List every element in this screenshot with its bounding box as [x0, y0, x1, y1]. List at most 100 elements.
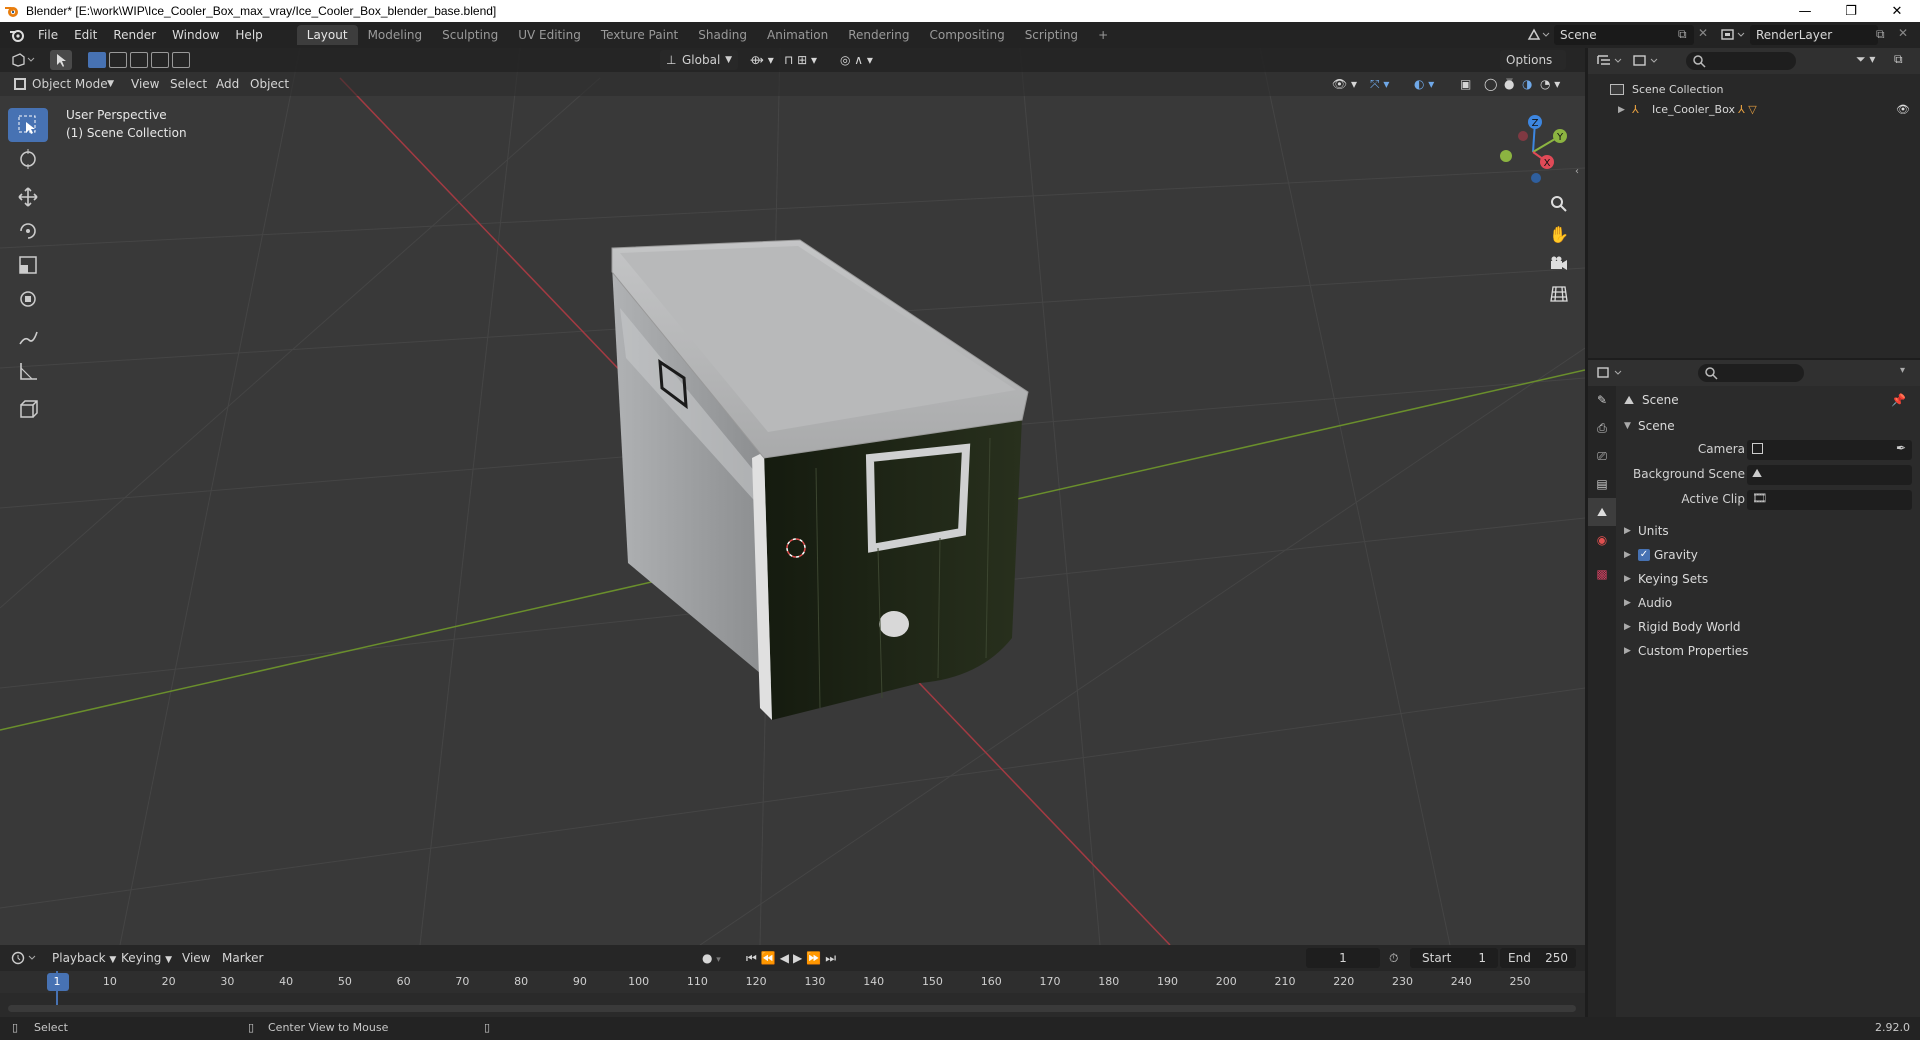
jump-start-icon[interactable]: ⏮	[746, 951, 761, 965]
navigation-gizmo[interactable]: Z Y X	[1490, 110, 1580, 190]
delete-scene-icon[interactable]: ✕	[1698, 26, 1708, 40]
new-collection-icon[interactable]: ⧉	[1894, 52, 1903, 67]
properties-editor-icon[interactable]	[1596, 365, 1624, 381]
tab-uv-editing[interactable]: UV Editing	[508, 25, 591, 45]
camera-field[interactable]: ✒	[1747, 440, 1912, 460]
play-reverse-icon[interactable]: ◀	[780, 951, 793, 965]
outliner-row-ice-cooler-box[interactable]: ▶ ⅄ Ice_Cooler_Box ⅄ ▽ 👁	[1588, 100, 1920, 120]
pin-icon[interactable]: 📌	[1891, 386, 1906, 414]
tab-rendering[interactable]: Rendering	[838, 25, 919, 45]
new-scene-icon[interactable]: ⧉	[1678, 27, 1687, 42]
viewport-menu-select[interactable]: Select	[170, 72, 207, 96]
playback-menu[interactable]: Playback ▼	[52, 945, 116, 973]
tab-texture-paint[interactable]: Texture Paint	[591, 25, 688, 45]
options-dropdown[interactable]: Options ▼	[1500, 50, 1566, 87]
gravity-checkbox[interactable]: ✓	[1638, 549, 1650, 561]
add-workspace-button[interactable]: +	[1088, 25, 1118, 45]
timeline-ruler[interactable]: 1 10 20 30 40 50 60 70 80 90 100 110 120 130 140 150 160…	[0, 971, 1585, 993]
select-tool-mode-button[interactable]	[50, 50, 72, 70]
tab-view-layer[interactable]: ▤	[1588, 470, 1616, 498]
object-mode-dropdown[interactable]: Object Mode ▼	[10, 74, 118, 94]
menu-window[interactable]: Window	[164, 22, 227, 48]
audio-panel-header[interactable]: ▶ Audio	[1618, 591, 1920, 615]
visibility-eye-icon[interactable]: 👁	[1896, 100, 1910, 120]
prev-keyframe-icon[interactable]: ⏪	[761, 951, 780, 965]
menu-edit[interactable]: Edit	[66, 22, 105, 48]
scene-panel-header[interactable]: ▼ Scene	[1618, 414, 1920, 438]
cursor-tool[interactable]	[8, 142, 48, 176]
sidebar-toggle-icon[interactable]: ‹	[1575, 166, 1579, 177]
tab-shading[interactable]: Shading	[688, 25, 757, 45]
restore-button[interactable]: ❐	[1828, 0, 1874, 22]
outliner-row-scene-collection[interactable]: Scene Collection	[1588, 80, 1920, 100]
keying-sets-panel-header[interactable]: ▶ Keying Sets	[1618, 567, 1920, 591]
close-button[interactable]: ✕	[1874, 0, 1920, 22]
visibility-icon[interactable]: 👁 ▾	[1332, 72, 1357, 96]
minimize-button[interactable]: —	[1782, 0, 1828, 22]
play-icon[interactable]: ▶	[793, 951, 806, 965]
editor-type-icon[interactable]	[10, 52, 36, 68]
current-frame-field[interactable]: 1	[1306, 948, 1380, 968]
camera-view-button[interactable]	[1545, 250, 1573, 278]
marker-menu[interactable]: Marker	[222, 945, 263, 971]
zoom-view-button[interactable]	[1545, 190, 1573, 218]
end-frame-field[interactable]: End 250	[1500, 948, 1576, 968]
tab-render[interactable]: ⎙	[1588, 414, 1616, 442]
shading-wireframe-icon[interactable]: ◯	[1484, 72, 1497, 96]
eyedropper-icon[interactable]: ✒	[1896, 441, 1906, 455]
3d-viewport[interactable]: ⊥ Global ▼ ⟴ ▾ ⊓ ⊞ ▾ ◎ ∧ ▾ Options ▼ Obj…	[0, 48, 1585, 945]
tab-layout[interactable]: Layout	[296, 25, 358, 45]
clock-icon[interactable]: ⏱	[1389, 945, 1398, 971]
timeline-scrollbar[interactable]	[8, 1005, 1576, 1012]
proportional-editing-icon[interactable]: ◎ ∧ ▾	[840, 48, 873, 72]
delete-view-layer-icon[interactable]: ✕	[1898, 26, 1908, 40]
measure-tool[interactable]	[8, 354, 48, 388]
tab-scene[interactable]: ⛰	[1588, 498, 1616, 526]
snap-icon[interactable]: ⊓ ⊞ ▾	[784, 48, 817, 72]
tab-compositing[interactable]: Compositing	[919, 25, 1014, 45]
scene-icon[interactable]	[1526, 27, 1550, 43]
viewport-menu-object[interactable]: Object	[250, 72, 289, 96]
view-layer-selector[interactable]: RenderLayer	[1750, 25, 1878, 45]
units-panel-header[interactable]: ▶ Units	[1618, 519, 1920, 543]
shading-rendered-icon[interactable]: ◔ ▾	[1540, 72, 1560, 96]
overlay-toggle-icon[interactable]: ◐ ▾	[1414, 72, 1434, 96]
filter-icon[interactable]: ⏷ ▾	[1856, 52, 1875, 67]
menu-render[interactable]: Render	[105, 22, 164, 48]
properties-options-icon[interactable]: ▾	[1900, 365, 1905, 376]
tab-animation[interactable]: Animation	[757, 25, 838, 45]
tab-world[interactable]: ◉	[1588, 526, 1616, 554]
viewport-menu-view[interactable]: View	[131, 72, 159, 96]
ice-cooler-box-model[interactable]	[611, 239, 1029, 720]
move-tool[interactable]	[8, 180, 48, 214]
rotate-tool[interactable]	[8, 214, 48, 248]
select-intersect-icon[interactable]	[172, 52, 190, 68]
transform-tool[interactable]	[8, 282, 48, 316]
select-subtract-icon[interactable]	[130, 52, 148, 68]
tab-sculpting[interactable]: Sculpting	[432, 25, 508, 45]
new-view-layer-icon[interactable]: ⧉	[1876, 27, 1885, 42]
expand-arrow-icon[interactable]: ▶	[1618, 100, 1625, 120]
properties-search-input[interactable]	[1698, 364, 1804, 382]
select-box-tool[interactable]	[8, 108, 48, 142]
timeline-editor-icon[interactable]	[10, 950, 38, 966]
pivot-point-icon[interactable]: ⟴ ▾	[750, 48, 774, 72]
shading-solid-icon[interactable]: ●	[1504, 72, 1514, 96]
menu-help[interactable]: Help	[227, 22, 270, 48]
custom-properties-panel-header[interactable]: ▶ Custom Properties	[1618, 639, 1920, 663]
annotate-tool[interactable]	[8, 320, 48, 354]
scale-tool[interactable]	[8, 248, 48, 282]
tab-modeling[interactable]: Modeling	[358, 25, 433, 45]
tab-output[interactable]: ⎚	[1588, 442, 1616, 470]
view-layer-icon[interactable]	[1720, 27, 1746, 43]
tab-scripting[interactable]: Scripting	[1015, 25, 1088, 45]
add-cube-tool[interactable]	[8, 392, 48, 426]
transform-orientation-dropdown[interactable]: ⊥ Global ▼	[660, 50, 738, 70]
tab-tool[interactable]: ✎	[1588, 386, 1616, 414]
xray-icon[interactable]: ▣	[1460, 72, 1471, 96]
background-scene-field[interactable]: ⛰	[1747, 465, 1912, 485]
ortho-view-button[interactable]	[1545, 280, 1573, 308]
menu-file[interactable]: File	[30, 22, 66, 48]
rigid-body-world-panel-header[interactable]: ▶ Rigid Body World	[1618, 615, 1920, 639]
start-frame-field[interactable]: Start 1	[1410, 948, 1498, 968]
